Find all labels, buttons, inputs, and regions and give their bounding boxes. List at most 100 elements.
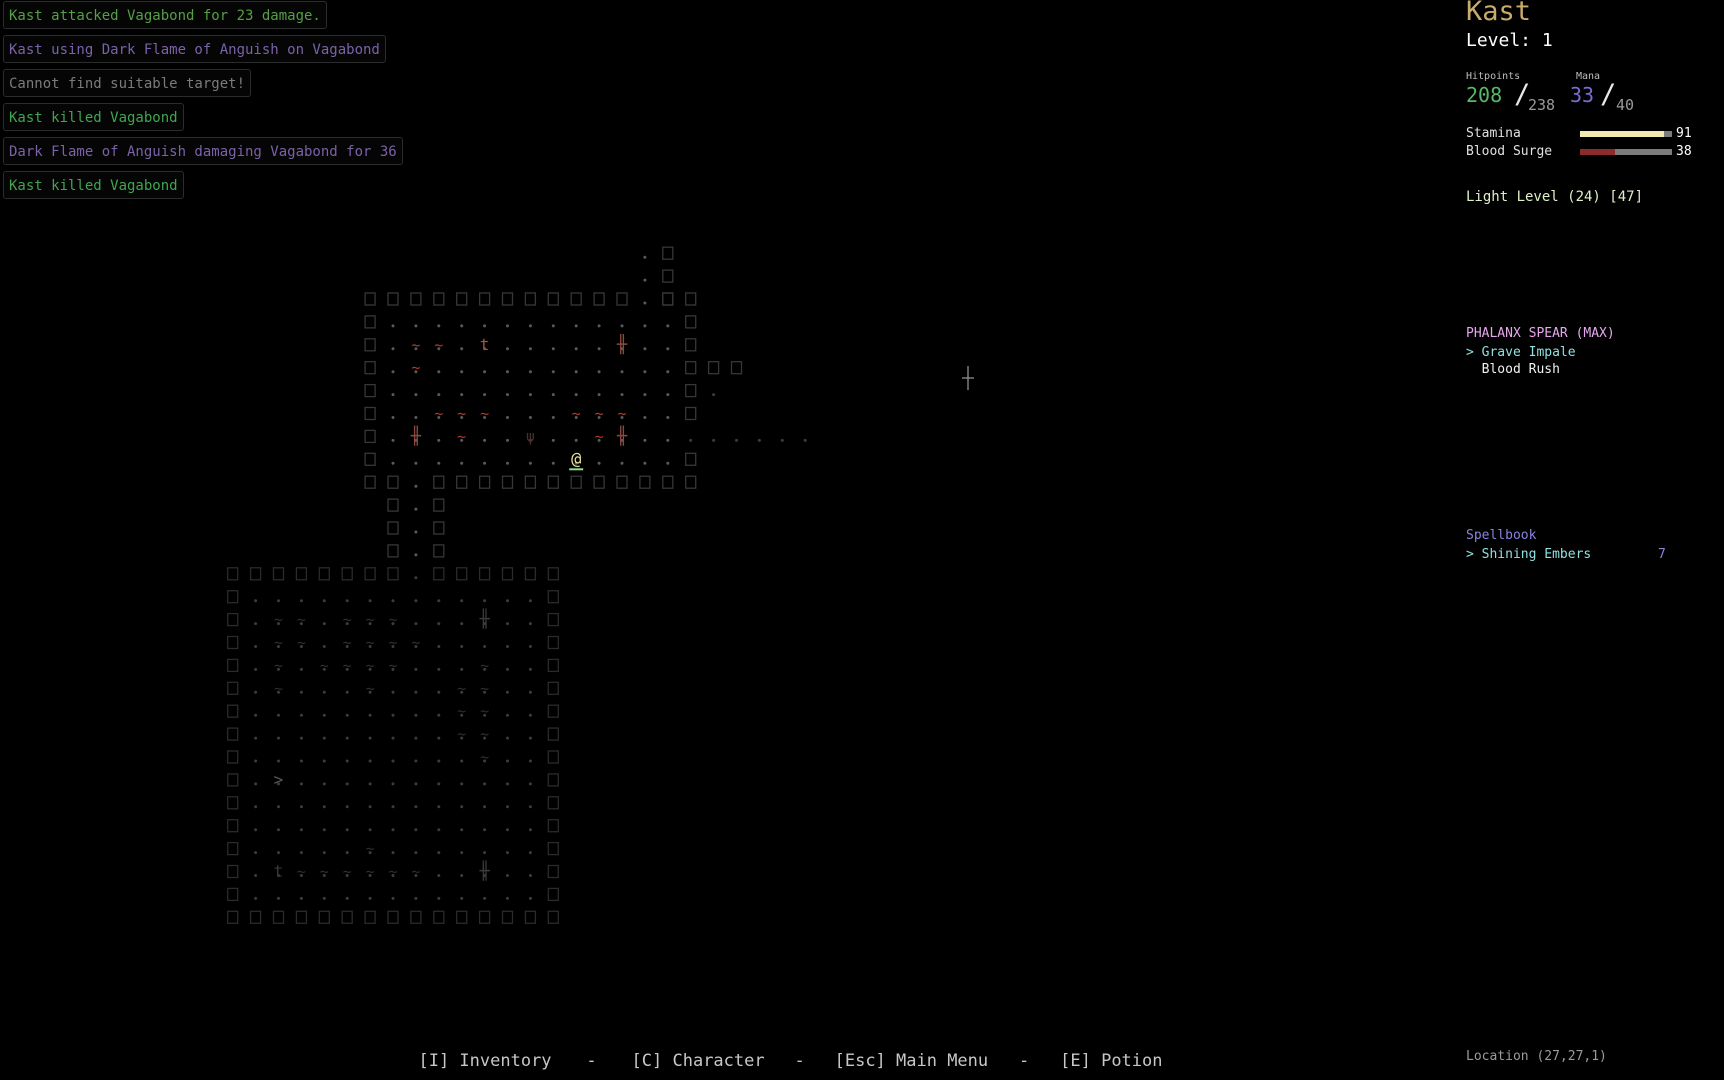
floor-tile — [643, 461, 647, 465]
floor-tile — [460, 370, 464, 374]
wall-tile — [547, 292, 559, 306]
water-tile: ~ — [457, 725, 466, 743]
wall-tile — [433, 521, 445, 535]
floor-tile — [414, 828, 418, 832]
command-separator: - — [586, 1051, 597, 1071]
water-tile: ~ — [366, 634, 375, 652]
water-tile: ~ — [320, 863, 329, 881]
wall-tile — [478, 567, 491, 581]
wall-tile — [524, 475, 537, 489]
wall-tile — [616, 292, 628, 306]
floor-tile — [414, 553, 418, 557]
floor-tile — [460, 667, 464, 671]
floor-tile — [414, 599, 418, 603]
wall-tile — [387, 567, 399, 581]
wall-tile — [410, 292, 422, 306]
door-icon: ╫ — [478, 609, 490, 630]
wall-tile — [524, 910, 537, 924]
command-bar: [I] Inventory - [C] Character - [Esc] Main M… — [398, 1031, 1162, 1071]
water-tile: ~ — [320, 656, 329, 674]
floor-tile — [391, 599, 395, 603]
floor-tile — [414, 393, 418, 397]
water-tile: ~ — [595, 427, 604, 445]
floor-tile — [368, 782, 372, 786]
wall-tile — [227, 773, 239, 787]
floor-tile — [483, 851, 487, 855]
wall-tile — [364, 383, 376, 398]
wall-tile — [547, 841, 559, 856]
floor-tile — [666, 347, 670, 351]
water-tile: ~ — [411, 634, 420, 652]
wall-tile — [227, 567, 239, 581]
floor-tile — [437, 805, 441, 809]
floor-tile — [483, 805, 487, 809]
floor-tile — [322, 759, 326, 763]
floor-tile — [254, 622, 258, 626]
floor-tile — [643, 278, 647, 282]
wall-tile — [387, 521, 399, 535]
floor-tile — [483, 324, 487, 328]
light-level: Light Level (24) [47] — [1466, 189, 1644, 205]
floor-tile — [460, 645, 464, 648]
floor-tile — [712, 438, 716, 442]
floor-tile — [620, 370, 624, 374]
wall-tile — [662, 475, 674, 489]
floor-tile — [322, 690, 326, 694]
wall-tile — [547, 750, 559, 764]
potion-command[interactable]: [E] Potion — [1060, 1051, 1162, 1071]
floor-tile — [460, 874, 464, 877]
floor-tile — [299, 896, 303, 900]
wall-tile — [593, 475, 605, 489]
water-tile: ~ — [297, 611, 306, 629]
floor-tile — [322, 713, 326, 717]
floor-tile — [643, 370, 647, 374]
wall-tile — [227, 887, 239, 902]
floor-tile — [368, 713, 372, 717]
floor-tile — [437, 828, 441, 832]
wall-tile — [227, 658, 239, 673]
floor-tile — [437, 599, 441, 603]
wall-tile — [364, 475, 376, 489]
spellbook-title: Spellbook — [1466, 528, 1537, 543]
floor-tile — [460, 759, 464, 763]
floor-tile — [437, 713, 441, 717]
floor-tile — [322, 896, 326, 900]
floor-tile — [277, 599, 280, 603]
floor-tile — [803, 438, 807, 442]
wall-tile — [387, 544, 399, 558]
floor-tile — [345, 690, 349, 694]
floor-tile — [528, 736, 532, 740]
wall-tile — [547, 475, 559, 489]
floor-tile — [506, 645, 509, 648]
floor-tile — [254, 736, 258, 740]
character-command[interactable]: [C] Character — [632, 1051, 765, 1071]
main-menu-command[interactable]: [Esc] Main Menu — [835, 1051, 989, 1071]
floor-tile — [528, 759, 532, 763]
wall-tile — [227, 864, 239, 879]
water-tile: ~ — [366, 840, 375, 858]
water-tile: ~ — [480, 656, 489, 674]
floor-tile — [391, 828, 395, 832]
wall-tile — [227, 727, 239, 741]
floor-tile — [299, 759, 303, 763]
wall-tile — [249, 910, 262, 924]
floor-tile — [506, 736, 509, 740]
mana-current: 33 — [1570, 83, 1595, 107]
floor-tile — [506, 896, 509, 900]
wall-tile — [547, 864, 559, 879]
floor-tile — [620, 324, 624, 328]
floor-tile — [322, 805, 326, 809]
floor-tile — [483, 438, 487, 442]
spell-shining-embers[interactable]: > Shining Embers — [1466, 547, 1591, 562]
floor-tile — [345, 851, 349, 855]
inventory-command[interactable]: [I] Inventory — [418, 1051, 551, 1071]
wall-tile — [227, 841, 239, 856]
skill-blood-rush[interactable]: Blood Rush — [1466, 362, 1560, 377]
mana-label: Mana — [1576, 71, 1601, 82]
floor-tile — [368, 805, 372, 809]
wall-tile — [662, 246, 674, 260]
floor-tile — [322, 828, 326, 832]
floor-tile — [277, 828, 280, 832]
skill-grave-impale[interactable]: > Grave Impale — [1466, 345, 1576, 360]
floor-tile — [368, 599, 372, 603]
